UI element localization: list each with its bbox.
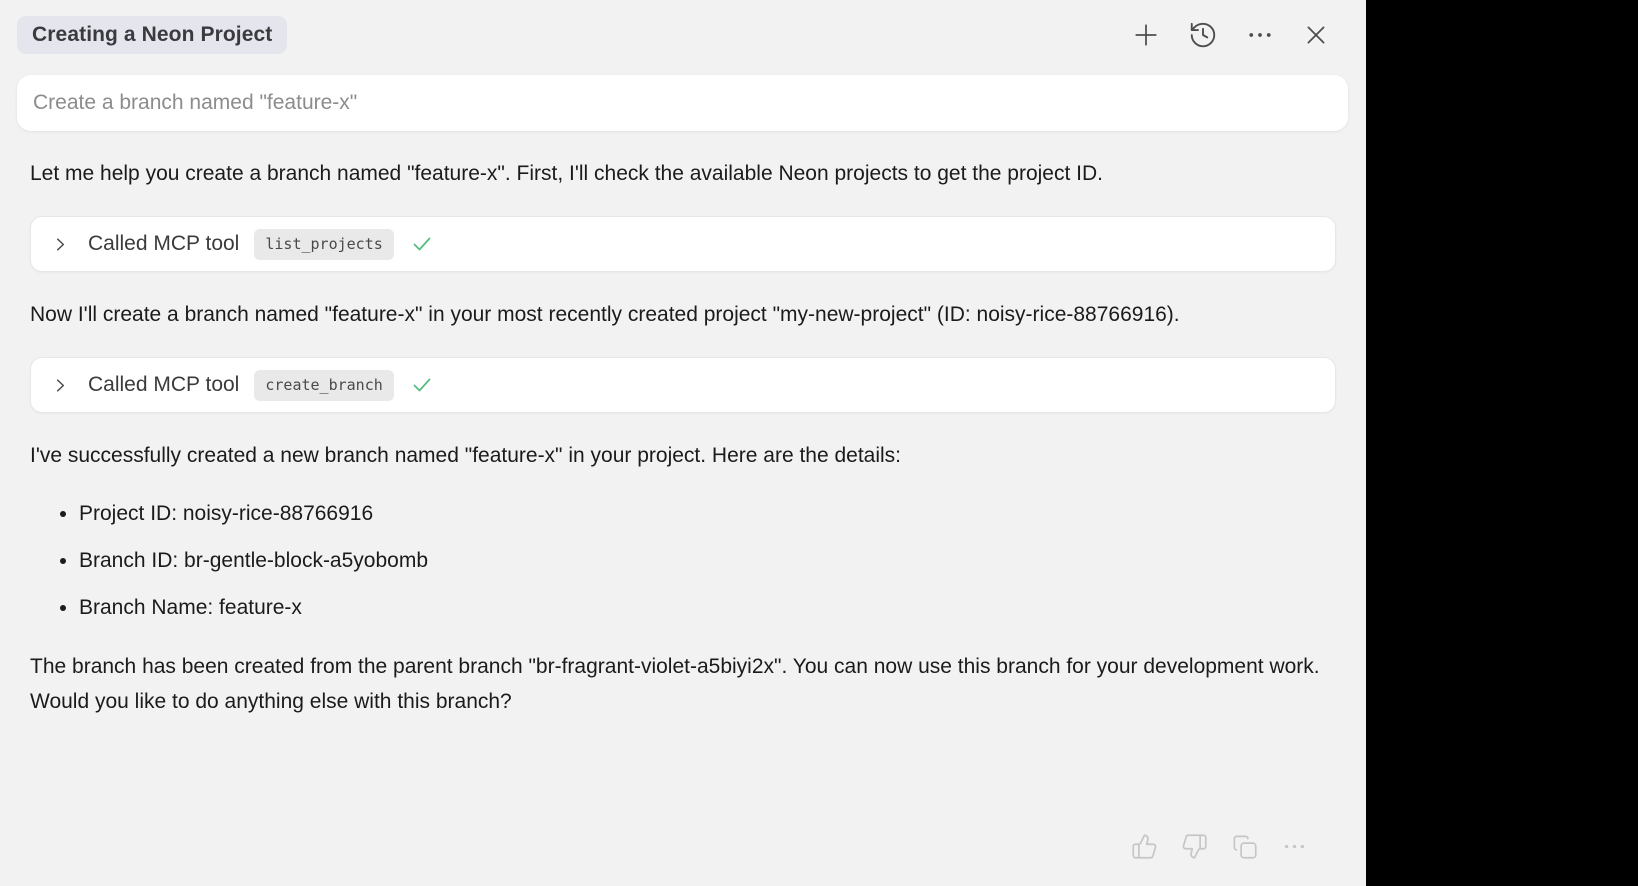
close-icon (1302, 21, 1330, 49)
copy-button[interactable] (1231, 833, 1258, 860)
chevron-right-icon (52, 377, 69, 394)
thumbs-up-icon (1131, 833, 1158, 860)
chat-header: Creating a Neon Project (0, 0, 1366, 54)
header-actions (1131, 20, 1330, 50)
chat-panel: Creating a Neon Project (0, 0, 1366, 886)
more-options-button[interactable] (1245, 20, 1275, 50)
assistant-paragraph-intro: Let me help you create a branch named "f… (30, 156, 1336, 191)
tool-call-label: Called MCP tool (88, 373, 239, 397)
message-actions (1131, 833, 1308, 860)
right-filler-bar (1366, 0, 1638, 886)
history-icon (1188, 20, 1218, 50)
new-chat-button[interactable] (1131, 20, 1161, 50)
message-more-button[interactable] (1281, 833, 1308, 860)
close-button[interactable] (1302, 21, 1330, 49)
assistant-paragraph-result: I've successfully created a new branch n… (30, 438, 1336, 473)
assistant-paragraph-progress: Now I'll create a branch named "feature-… (30, 297, 1336, 332)
ellipsis-icon (1245, 20, 1275, 50)
list-item-branch-name: Branch Name: feature-x (79, 592, 1336, 624)
tool-name-badge: create_branch (254, 370, 393, 401)
tool-name-badge: list_projects (254, 229, 393, 260)
thumbs-down-button[interactable] (1181, 833, 1208, 860)
chevron-right-icon (52, 236, 69, 253)
check-icon (410, 232, 434, 256)
more-icon (1281, 833, 1308, 860)
branch-details-list: Project ID: noisy-rice-88766916 Branch I… (30, 498, 1336, 624)
tool-call-list-projects[interactable]: Called MCP tool list_projects (30, 216, 1336, 272)
tool-call-create-branch[interactable]: Called MCP tool create_branch (30, 357, 1336, 413)
chat-title-tab[interactable]: Creating a Neon Project (17, 16, 287, 54)
plus-icon (1131, 20, 1161, 50)
thumbs-down-icon (1181, 833, 1208, 860)
tool-call-label: Called MCP tool (88, 232, 239, 256)
list-item-branch-id: Branch ID: br-gentle-block-a5yobomb (79, 545, 1336, 577)
thumbs-up-button[interactable] (1131, 833, 1158, 860)
assistant-response: Let me help you create a branch named "f… (0, 156, 1366, 719)
check-icon (410, 373, 434, 397)
history-button[interactable] (1188, 20, 1218, 50)
copy-icon (1231, 833, 1258, 860)
assistant-paragraph-closing: The branch has been created from the par… (30, 649, 1336, 719)
user-message[interactable]: Create a branch named "feature-x" (17, 75, 1348, 131)
list-item-project-id: Project ID: noisy-rice-88766916 (79, 498, 1336, 530)
